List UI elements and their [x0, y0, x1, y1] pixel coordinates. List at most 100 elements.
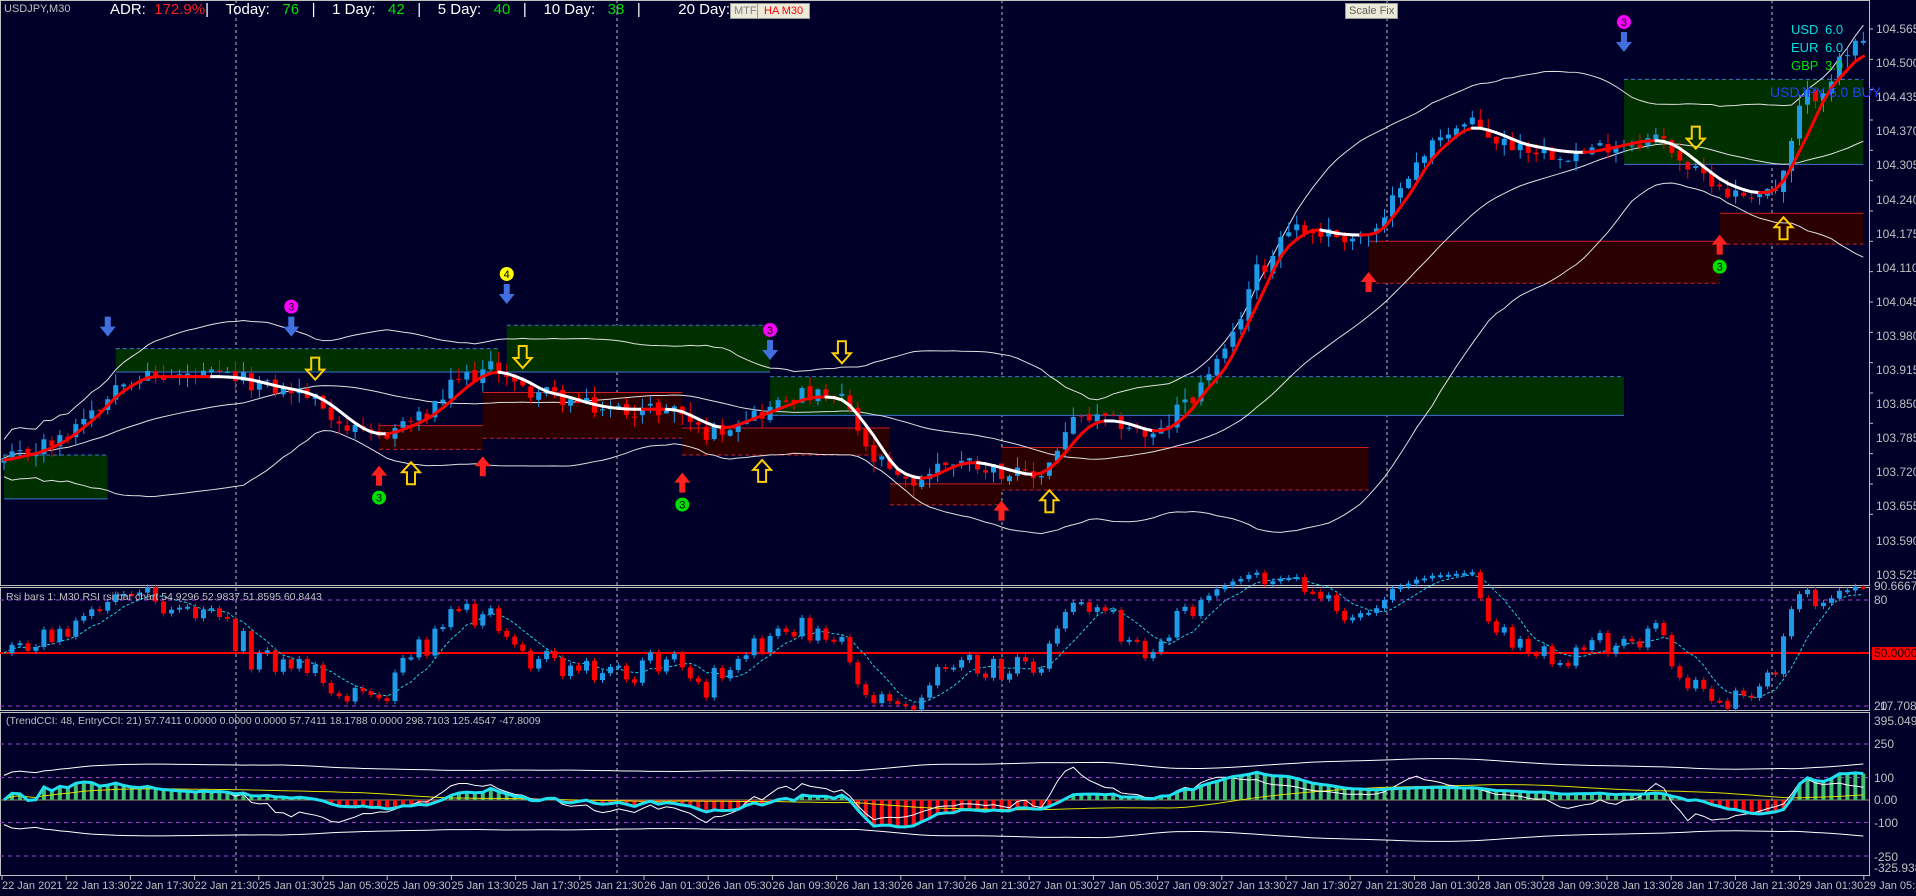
rsi-bar: [1773, 672, 1779, 675]
rsi-bar: [177, 607, 183, 610]
count-badge-label: 3: [288, 302, 294, 314]
bull-candle: [1094, 414, 1100, 422]
rsi-bar: [1270, 581, 1276, 585]
bull-candle: [1653, 134, 1659, 140]
price-axis-label: 104.110: [1876, 260, 1916, 275]
rsi-bar: [384, 698, 390, 702]
rsi-bar: [1022, 657, 1028, 662]
cci-positive-bar: [1438, 787, 1443, 800]
trend-ma-segment: [1255, 287, 1267, 307]
cci-positive-bar: [1406, 788, 1411, 800]
currency-name: USD: [1791, 22, 1819, 37]
bear-candle: [783, 400, 789, 402]
cci-positive-bar: [1326, 785, 1331, 800]
rsi-bar: [807, 617, 813, 641]
bear-candle: [1190, 397, 1196, 404]
rsi-bar: [1262, 572, 1268, 585]
rsi-bar: [1453, 573, 1459, 576]
bull-candle: [488, 361, 494, 370]
rsi-bar: [1812, 589, 1818, 607]
cci-positive-bar: [1430, 787, 1435, 800]
rsi-bar: [1294, 576, 1300, 579]
rsi-bar: [592, 660, 598, 680]
bull-candle: [1294, 224, 1300, 231]
bear-candle: [1318, 231, 1324, 237]
cci-positive-bar: [1246, 774, 1251, 800]
rsi-bar: [823, 628, 829, 640]
price-axis-label: 103.980: [1876, 328, 1916, 343]
rsi-bar: [919, 697, 925, 710]
rsi-bar: [1597, 632, 1603, 641]
price-axis-label: 104.565: [1876, 22, 1916, 36]
rsi-bar: [1557, 663, 1563, 666]
rsi-bar: [1110, 609, 1116, 612]
rsi-bar: [400, 657, 406, 673]
rsi-bar: [328, 682, 334, 694]
rsi-bar: [1701, 679, 1707, 689]
bear-candle: [1477, 119, 1483, 128]
rsi-bar: [1629, 638, 1635, 642]
rsi-bar: [17, 643, 23, 646]
cci-negative-bar: [903, 800, 908, 827]
rsi-bar: [1709, 688, 1715, 701]
bull-candle: [568, 399, 574, 406]
bear-candle: [695, 422, 701, 425]
supply-zone: [1368, 241, 1720, 284]
chart-canvas[interactable]: 3 3 4 3 3 3 3: [0, 0, 1916, 896]
bear-candle: [1342, 235, 1348, 243]
rsi-bar: [1653, 623, 1659, 629]
rsi-bar: [1637, 641, 1643, 648]
count-badge-label: 3: [1621, 17, 1627, 29]
cci-positive-bar: [1302, 780, 1307, 800]
scale-fix-button[interactable]: Scale Fix: [1345, 3, 1399, 19]
rsi-bar: [1286, 577, 1292, 580]
hollow-down-arrow-icon: [830, 340, 854, 365]
rsi-bar: [1844, 590, 1850, 593]
cci-positive-bar: [113, 783, 118, 800]
bull-candle: [1238, 319, 1244, 330]
rsi-bar: [488, 608, 494, 615]
price-axis-label: 104.175: [1876, 226, 1916, 241]
cci-negative-bar: [895, 800, 900, 827]
rsi-bar: [1230, 581, 1236, 586]
rsi-bar: [1749, 695, 1755, 698]
rsi-bar: [1717, 700, 1723, 703]
day5-value: 40: [493, 1, 511, 18]
rsi-bar: [1765, 672, 1771, 687]
rsi-bar: [607, 666, 613, 674]
rsi-bar: [999, 658, 1004, 680]
bear-candle: [1078, 415, 1084, 417]
time-axis-label: 26 Jan 13:30: [836, 880, 901, 892]
rsi-bar: [1621, 638, 1627, 646]
bull-candle: [440, 399, 446, 403]
rsi-bar: [1645, 628, 1651, 648]
rsi-bar: [1725, 700, 1731, 709]
rsi-bar: [1342, 610, 1348, 621]
rsi-bar: [520, 644, 526, 651]
cci-positive-bar: [1318, 784, 1323, 800]
rsi-bar: [1118, 609, 1124, 642]
rsi-bar: [711, 667, 717, 698]
bull-candle: [1437, 137, 1443, 141]
bull-candle: [416, 411, 422, 421]
rsi-bar: [1413, 579, 1419, 584]
bull-candle: [1565, 160, 1571, 162]
adr-label: ADR:: [110, 1, 146, 18]
ha-m30-button[interactable]: HA M30: [757, 3, 811, 19]
rsi-bar: [416, 639, 422, 658]
rsi-bar: [464, 603, 470, 610]
cci-positive-bar: [1254, 772, 1259, 800]
bear-candle: [1677, 150, 1683, 161]
rsi-bar: [312, 664, 318, 673]
time-axis-label: 28 Jan 21:30: [1735, 880, 1800, 892]
rsi-bar: [304, 659, 310, 673]
time-axis-label: 26 Jan 17:30: [900, 880, 965, 892]
bull-candle: [1797, 105, 1802, 139]
rsi-bar: [392, 672, 398, 702]
rsi-bar: [1246, 574, 1252, 580]
price-axis-label: 103.785: [1876, 431, 1916, 446]
trend-ma-segment: [337, 409, 349, 419]
cci-positive-bar: [1191, 789, 1196, 800]
rsi-bar: [1398, 586, 1403, 589]
bull-candle: [121, 384, 127, 387]
